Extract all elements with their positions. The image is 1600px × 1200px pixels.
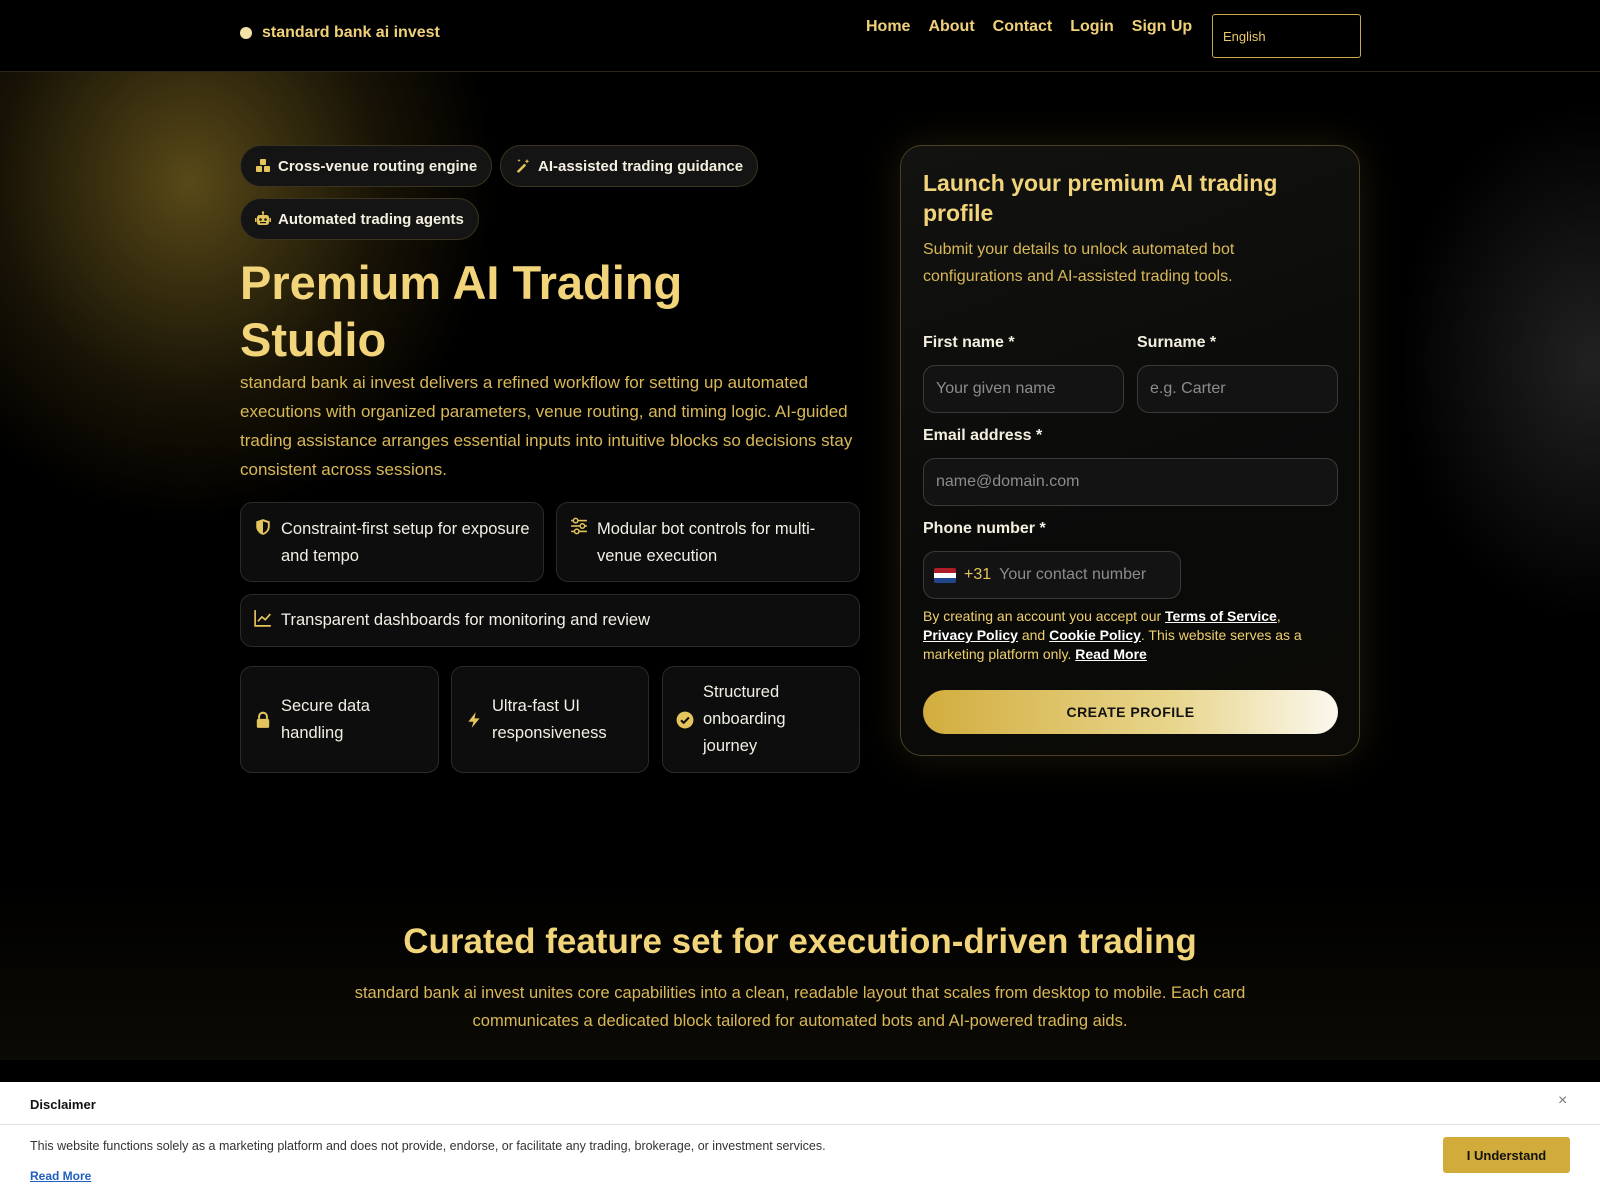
robot-icon: [255, 211, 271, 225]
line-chart-icon: [254, 610, 271, 627]
disclaimer-title: Disclaimer: [30, 1097, 96, 1112]
email-input[interactable]: [923, 458, 1338, 506]
dial-code[interactable]: +31: [964, 566, 991, 584]
language-select[interactable]: English: [1212, 14, 1361, 58]
nav-link-contact[interactable]: Contact: [993, 18, 1053, 36]
disclaimer-text: This website functions solely as a marke…: [30, 1139, 826, 1153]
close-icon[interactable]: ×: [1558, 1092, 1567, 1110]
legal-and: and: [1017, 627, 1050, 643]
pill-trading-agents: Automated trading agents: [240, 198, 479, 240]
brand-name: standard bank ai invest: [262, 24, 440, 41]
flag-stripe-blue: [934, 577, 956, 583]
phone-label: Phone number *: [923, 520, 1046, 537]
disclaimer-read-more-link[interactable]: Read More: [30, 1169, 91, 1183]
legal-consent-text: By creating an account you accept our Te…: [923, 607, 1323, 664]
highlight-card-secure-data: Secure data handling: [240, 666, 439, 773]
disclaimer-banner: Disclaimer × This website functions sole…: [0, 1082, 1600, 1200]
pill-label: Cross-venue routing engine: [278, 157, 478, 175]
pill-label: AI-assisted trading guidance: [538, 157, 744, 175]
lightning-icon: [468, 712, 480, 728]
surname-input[interactable]: [1137, 365, 1338, 413]
shield-icon: [256, 519, 270, 535]
section-title: Curated feature set for execution-driven…: [403, 922, 1197, 961]
nav-link-signup[interactable]: Sign Up: [1132, 18, 1192, 36]
cookie-link[interactable]: Cookie Policy: [1049, 627, 1141, 643]
top-navigation: standard bank ai invest Home About Conta…: [0, 0, 1600, 72]
i-understand-button[interactable]: I Understand: [1443, 1137, 1570, 1173]
nav-link-login[interactable]: Login: [1070, 18, 1114, 36]
nav-link-home[interactable]: Home: [866, 18, 910, 36]
email-label: Email address *: [923, 427, 1043, 444]
form-title: Launch your premium AI trading profile: [923, 170, 1278, 226]
feature-card-bot-controls: Modular bot controls for multi-venue exe…: [556, 502, 860, 582]
phone-field[interactable]: +31: [923, 551, 1181, 599]
feature-card-dashboards: Transparent dashboards for monitoring an…: [240, 594, 860, 647]
pill-ai-guidance: AI-assisted trading guidance: [500, 145, 759, 187]
highlight-text: Secure data handling: [281, 697, 370, 742]
feature-text: Transparent dashboards for monitoring an…: [281, 611, 651, 629]
first-name-label: First name *: [923, 334, 1015, 351]
read-more-link[interactable]: Read More: [1075, 646, 1147, 662]
nav-link-about[interactable]: About: [928, 18, 974, 36]
sliders-icon: [571, 517, 587, 535]
disclaimer-header: Disclaimer ×: [0, 1082, 1600, 1125]
hero-description: standard bank ai invest delivers a refin…: [240, 373, 853, 479]
brand-logo[interactable]: standard bank ai invest: [240, 24, 440, 42]
signup-form-card: Launch your premium AI trading profile S…: [900, 145, 1360, 756]
netherlands-flag-icon[interactable]: [934, 567, 956, 583]
phone-input[interactable]: [999, 566, 1175, 584]
feature-card-constraints: Constraint-first setup for exposure and …: [240, 502, 544, 582]
nav-links: Home About Contact Login Sign Up: [866, 18, 1192, 36]
create-profile-button[interactable]: CREATE PROFILE: [923, 690, 1338, 734]
highlight-text: Ultra-fast UI responsiveness: [492, 697, 607, 742]
check-circle-icon: [676, 711, 694, 729]
brand-dot-icon: [240, 27, 252, 39]
lock-icon: [256, 711, 270, 728]
pill-routing-engine: Cross-venue routing engine: [240, 145, 493, 187]
feature-text: Constraint-first setup for exposure and …: [281, 520, 530, 565]
terms-link[interactable]: Terms of Service: [1165, 608, 1277, 624]
feature-text: Modular bot controls for multi-venue exe…: [597, 520, 816, 565]
surname-label: Surname *: [1137, 334, 1217, 351]
cubes-icon: [256, 159, 270, 172]
legal-prefix: By creating an account you accept our: [923, 608, 1166, 624]
privacy-link[interactable]: Privacy Policy: [923, 627, 1018, 643]
section-description: standard bank ai invest unites core capa…: [354, 984, 1246, 1030]
first-name-input[interactable]: [923, 365, 1124, 413]
highlight-card-onboarding: Structured onboarding journey: [662, 666, 860, 773]
pill-label: Automated trading agents: [278, 210, 464, 228]
form-subtitle: Submit your details to unlock automated …: [923, 241, 1235, 285]
legal-comma: ,: [1276, 608, 1281, 624]
magic-wand-icon: [517, 159, 530, 173]
hero-title: Premium AI Trading Studio: [240, 256, 683, 366]
highlight-card-fast-ui: Ultra-fast UI responsiveness: [451, 666, 649, 773]
highlight-text: Structured onboarding journey: [703, 683, 786, 755]
